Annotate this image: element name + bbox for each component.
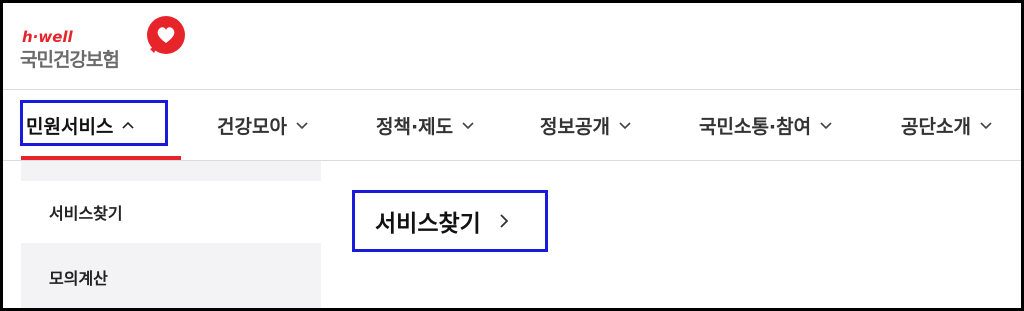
nav-item-label: 정보공개 <box>540 115 610 138</box>
submenu-item-service-search[interactable]: 서비스찾기 <box>21 181 321 243</box>
nav-item-policy[interactable]: 정책·제도 <box>376 90 475 160</box>
nav-item-communication[interactable]: 국민소통·참여 <box>699 90 833 160</box>
nav-item-civil-service[interactable]: 민원서비스 <box>26 90 135 160</box>
chevron-down-icon <box>296 122 308 130</box>
nav-item-label: 건강모아 <box>217 115 287 138</box>
nav-item-about[interactable]: 공단소개 <box>901 90 993 160</box>
chevron-down-icon <box>980 122 992 130</box>
submenu-item-label: 모의계산 <box>49 269 108 288</box>
chevron-down-icon <box>820 122 832 130</box>
submenu-item-label: 서비스찾기 <box>49 204 123 223</box>
nav-item-health[interactable]: 건강모아 <box>217 90 309 160</box>
content-heading-link[interactable]: 서비스찾기 <box>375 190 511 252</box>
submenu-item-mock-calc[interactable]: 모의계산 <box>21 243 321 308</box>
nav-item-label: 정책·제도 <box>376 115 454 138</box>
page-frame: h·well 국민건강보험 민원서비스 건강모아 정책·제도 정보공개 국민소통… <box>0 0 1024 311</box>
chevron-right-icon <box>500 214 509 228</box>
chevron-down-icon <box>462 122 474 130</box>
logo-tagline: h·well <box>22 28 73 46</box>
nav-item-label: 공단소개 <box>901 115 971 138</box>
active-nav-underline <box>21 156 181 160</box>
submenu-panel: 서비스찾기 모의계산 <box>21 161 321 308</box>
submenu-top-strip <box>21 161 321 181</box>
content-heading-label: 서비스찾기 <box>375 211 481 237</box>
nav-item-label: 국민소통·참여 <box>699 115 812 138</box>
site-logo[interactable]: h·well 국민건강보험 <box>20 15 190 75</box>
nav-item-disclosure[interactable]: 정보공개 <box>540 90 632 160</box>
chevron-up-icon <box>122 121 134 129</box>
heart-logo-icon <box>147 16 185 54</box>
logo-name: 국민건강보험 <box>20 49 120 71</box>
chevron-down-icon <box>619 122 631 130</box>
main-nav: 민원서비스 건강모아 정책·제도 정보공개 국민소통·참여 공단소개 <box>3 89 1021 161</box>
nav-item-label: 민원서비스 <box>26 115 114 138</box>
